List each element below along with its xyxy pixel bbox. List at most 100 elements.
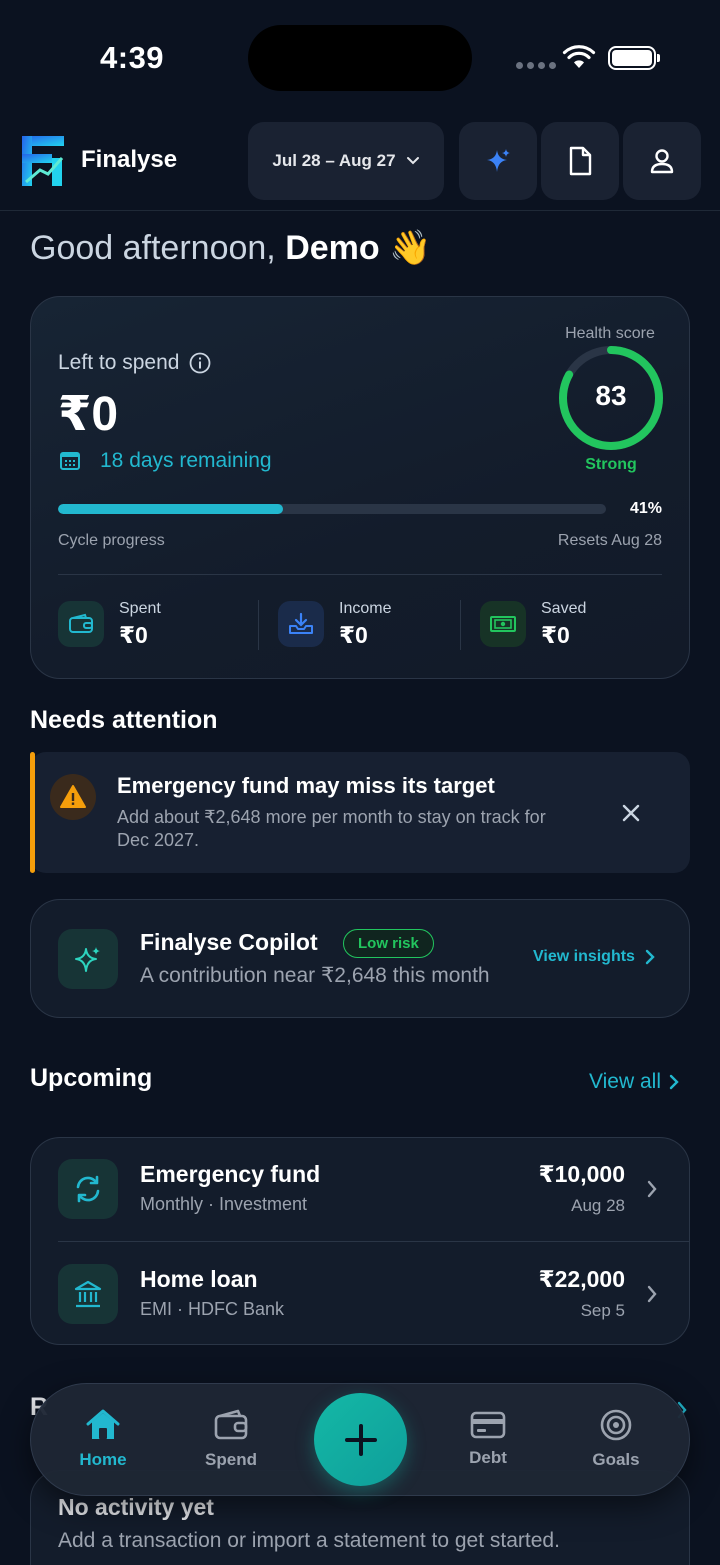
ai-insights-button[interactable] [459, 122, 537, 200]
alert-icon-wrap [50, 774, 96, 820]
upcoming-item-amount: ₹10,000 [538, 1161, 625, 1187]
greeting-name: Demo [285, 229, 380, 267]
upcoming-item-icon [58, 1264, 118, 1324]
dynamic-island [248, 25, 472, 91]
copilot-title: Finalyse Copilot [140, 929, 318, 955]
cycle-progress-percent: 41% [629, 500, 662, 517]
days-remaining: 18 days remaining [58, 449, 272, 473]
chevron-right-icon[interactable] [646, 1284, 658, 1304]
nav-debt[interactable]: Debt [438, 1410, 538, 1468]
copilot-text: A contribution near ₹2,648 this month [140, 964, 490, 987]
spent-value: ₹0 [119, 622, 148, 648]
saved-value: ₹0 [541, 622, 570, 648]
upcoming-item-date: Aug 28 [571, 1196, 625, 1215]
left-to-spend-text: Left to spend [58, 351, 180, 374]
view-all-label: View all [589, 1070, 661, 1093]
document-icon [569, 146, 592, 176]
target-icon [600, 1409, 632, 1441]
alert-accent-bar [30, 752, 35, 873]
days-remaining-text: 18 days remaining [100, 449, 272, 472]
finalyse-logo [22, 136, 64, 186]
signal-icon [516, 62, 556, 69]
sparkle-icon [487, 149, 510, 172]
info-icon[interactable] [189, 352, 211, 374]
add-transaction-button[interactable] [314, 1393, 407, 1486]
dismiss-alert-button[interactable] [616, 798, 646, 828]
risk-badge: Low risk [343, 929, 434, 958]
upcoming-item-subtitle: Monthly · Investment [140, 1194, 308, 1214]
upcoming-item-amount: ₹22,000 [538, 1266, 625, 1292]
upcoming-divider [58, 1241, 690, 1242]
nav-spend-label: Spend [205, 1450, 257, 1469]
saved-stat-icon [480, 601, 526, 647]
reports-button[interactable] [541, 122, 619, 200]
wallet-icon [214, 1409, 248, 1440]
left-to-spend-label: Left to spend [58, 351, 211, 375]
nav-home-label: Home [79, 1450, 127, 1469]
left-to-spend-value: ₹0 [58, 388, 119, 441]
calendar-icon [60, 452, 80, 470]
greeting: Good afternoon, Demo 👋 [30, 228, 431, 268]
empty-state-title: No activity yet [58, 1494, 214, 1520]
stat-separator [460, 600, 461, 650]
profile-button[interactable] [623, 122, 701, 200]
greeting-prefix: Good afternoon, [30, 229, 286, 267]
upcoming-item-subtitle: EMI · HDFC Bank [140, 1299, 285, 1319]
nav-home[interactable]: Home [53, 1408, 153, 1470]
view-insights-link[interactable]: View insights [533, 948, 655, 966]
nav-spend[interactable]: Spend [181, 1408, 281, 1470]
status-time: 4:39 [100, 40, 165, 75]
bank-icon [74, 1280, 102, 1308]
user-icon [650, 149, 674, 174]
upcoming-item-title[interactable]: Emergency fund [140, 1161, 320, 1188]
saved-label: Saved [541, 600, 587, 617]
income-stat-icon [278, 601, 324, 647]
sparkle-icon [75, 947, 100, 972]
warning-icon [60, 785, 86, 808]
wifi-icon [562, 45, 596, 68]
chevron-right-icon [669, 1074, 679, 1090]
health-score-value: 83 [595, 380, 627, 411]
home-icon [86, 1409, 120, 1439]
upcoming-title: Upcoming [30, 1064, 153, 1092]
battery-icon [608, 46, 660, 70]
upcoming-item-date: Sep 5 [580, 1301, 625, 1320]
date-range-label: Jul 28 – Aug 27 [272, 151, 396, 170]
date-range-button[interactable]: Jul 28 – Aug 27 [248, 122, 444, 200]
spent-stat-icon [58, 601, 104, 647]
resets-label: Resets Aug 28 [557, 532, 662, 549]
inbox-download-icon [289, 612, 313, 634]
stat-separator [258, 600, 259, 650]
alert-text: Add about ₹2,648 more per month to stay … [117, 807, 546, 850]
nav-debt-label: Debt [469, 1448, 507, 1467]
income-label: Income [339, 600, 392, 617]
wave-emoji: 👋 [389, 229, 432, 267]
cycle-progress-label: Cycle progress [58, 532, 165, 549]
chevron-down-icon [406, 157, 419, 165]
cycle-progress-fill [58, 504, 283, 514]
income-value: ₹0 [339, 622, 368, 648]
credit-card-icon [470, 1411, 506, 1439]
view-all-link[interactable]: View all [589, 1070, 679, 1094]
health-score-status: Strong [585, 456, 637, 473]
cash-icon [490, 616, 516, 632]
empty-state-text: Add a transaction or import a statement … [58, 1529, 560, 1552]
upcoming-item-title[interactable]: Home loan [140, 1266, 258, 1293]
brand-name: Finalyse [81, 146, 178, 173]
header-divider [0, 210, 720, 211]
health-score-label: Health score [565, 325, 655, 342]
wallet-icon [69, 613, 93, 633]
spent-label: Spent [119, 600, 161, 617]
refresh-icon [76, 1175, 100, 1203]
close-icon [622, 804, 640, 822]
plus-icon [344, 1423, 377, 1456]
chevron-right-icon[interactable] [646, 1179, 658, 1199]
copilot-icon-wrap [58, 929, 118, 989]
nav-goals-label: Goals [592, 1450, 640, 1469]
needs-attention-title: Needs attention [30, 706, 218, 734]
cycle-progress-bar [58, 504, 606, 514]
nav-goals[interactable]: Goals [566, 1408, 666, 1470]
view-insights-label: View insights [533, 948, 635, 965]
chevron-right-icon [645, 949, 655, 965]
summary-divider [58, 574, 662, 575]
